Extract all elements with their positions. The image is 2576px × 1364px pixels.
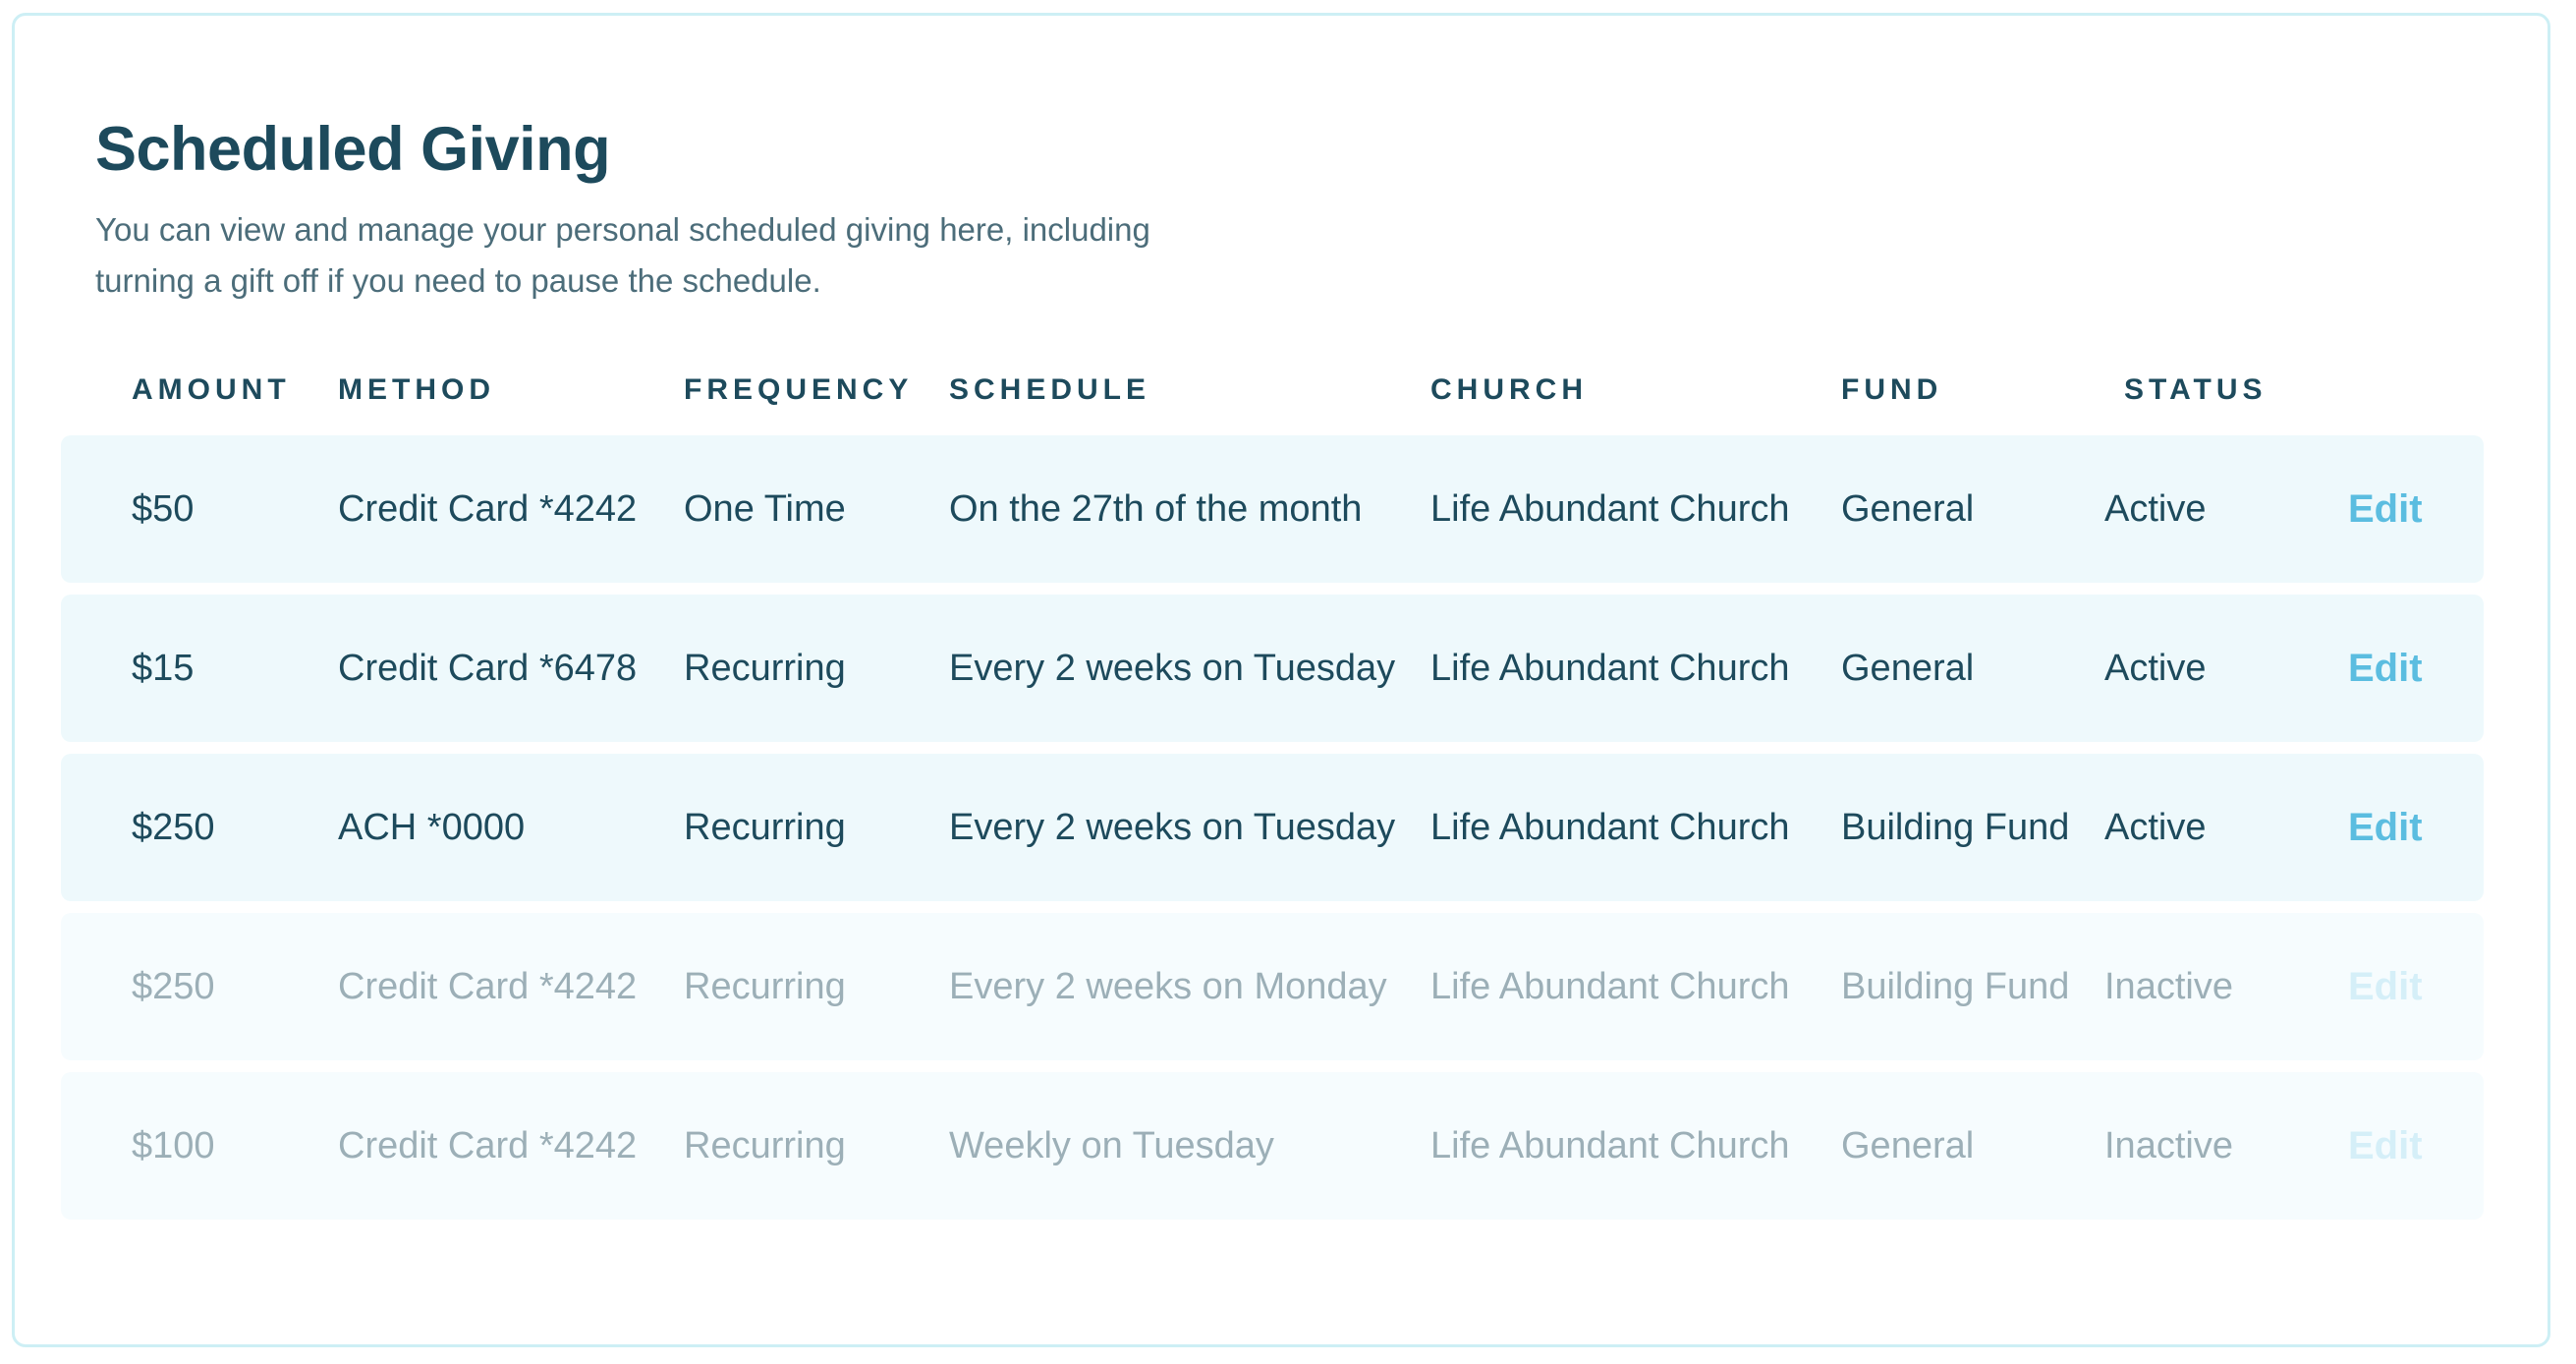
table-row-inactive: $100 Credit Card *4242 Recurring Weekly … — [61, 1072, 2484, 1220]
cell-schedule: Every 2 weeks on Tuesday — [949, 648, 1396, 689]
cell-frequency: Recurring — [684, 966, 846, 1007]
cell-status: Active — [2104, 488, 2207, 530]
header-method: METHOD — [338, 373, 495, 406]
header-fund: FUND — [1841, 373, 1943, 406]
cell-status: Active — [2104, 807, 2207, 848]
header-status: STATUS — [2124, 373, 2268, 406]
edit-link[interactable]: Edit — [2348, 1072, 2423, 1220]
table-row-inactive: $250 Credit Card *4242 Recurring Every 2… — [61, 913, 2484, 1060]
header-church: CHURCH — [1430, 373, 1588, 406]
cell-method: ACH *0000 — [338, 807, 526, 848]
cell-method: Credit Card *4242 — [338, 1125, 638, 1166]
edit-link[interactable]: Edit — [2348, 913, 2423, 1060]
cell-church: Life Abundant Church — [1430, 807, 1790, 848]
cell-schedule: Every 2 weeks on Tuesday — [949, 807, 1396, 848]
edit-link[interactable]: Edit — [2348, 435, 2423, 583]
table-row: $15 Credit Card *6478 Recurring Every 2 … — [61, 595, 2484, 742]
cell-church: Life Abundant Church — [1430, 648, 1790, 689]
cell-church: Life Abundant Church — [1430, 966, 1790, 1007]
cell-status: Active — [2104, 648, 2207, 689]
cell-status: Inactive — [2104, 966, 2233, 1007]
cell-method: Credit Card *4242 — [338, 488, 638, 530]
cell-frequency: One Time — [684, 488, 846, 530]
cell-amount: $15 — [132, 648, 195, 689]
cell-frequency: Recurring — [684, 807, 846, 848]
cell-amount: $50 — [132, 488, 195, 530]
cell-fund: Building Fund — [1841, 966, 2070, 1007]
cell-schedule: Every 2 weeks on Monday — [949, 966, 1387, 1007]
cell-frequency: Recurring — [684, 1125, 846, 1166]
cell-fund: General — [1841, 648, 1975, 689]
header-frequency: FREQUENCY — [684, 373, 914, 406]
cell-fund: General — [1841, 1125, 1975, 1166]
table-row: $250 ACH *0000 Recurring Every 2 weeks o… — [61, 754, 2484, 901]
edit-link[interactable]: Edit — [2348, 595, 2423, 742]
header-schedule: SCHEDULE — [949, 373, 1151, 406]
cell-method: Credit Card *4242 — [338, 966, 638, 1007]
cell-fund: General — [1841, 488, 1975, 530]
cell-fund: Building Fund — [1841, 807, 2070, 848]
cell-amount: $250 — [132, 807, 215, 848]
cell-amount: $250 — [132, 966, 215, 1007]
cell-church: Life Abundant Church — [1430, 1125, 1790, 1166]
cell-frequency: Recurring — [684, 648, 846, 689]
header-amount: AMOUNT — [132, 373, 291, 406]
edit-link[interactable]: Edit — [2348, 754, 2423, 901]
cell-schedule: On the 27th of the month — [949, 488, 1363, 530]
page-title: Scheduled Giving — [95, 115, 611, 184]
page-description: You can view and manage your personal sc… — [95, 211, 1150, 299]
table-row: $50 Credit Card *4242 One Time On the 27… — [61, 435, 2484, 583]
cell-status: Inactive — [2104, 1125, 2233, 1166]
cell-amount: $100 — [132, 1125, 215, 1166]
cell-schedule: Weekly on Tuesday — [949, 1125, 1274, 1166]
cell-method: Credit Card *6478 — [338, 648, 638, 689]
cell-church: Life Abundant Church — [1430, 488, 1790, 530]
table-header: AMOUNT METHOD FREQUENCY SCHEDULE CHURCH … — [0, 373, 2576, 423]
